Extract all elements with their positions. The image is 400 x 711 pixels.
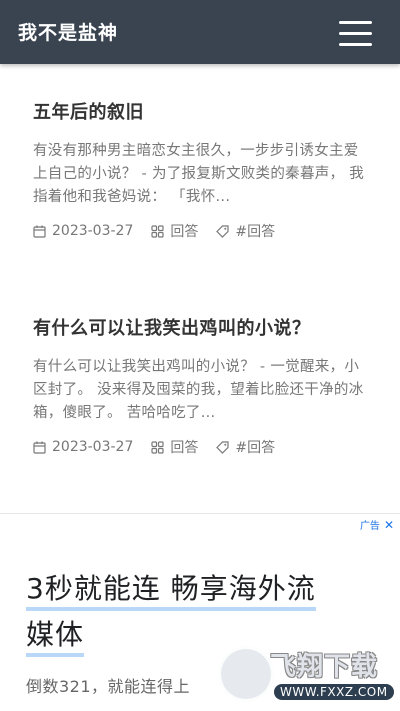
hamburger-menu-icon[interactable] [339, 20, 372, 46]
post-date: 2023-03-27 [33, 439, 133, 455]
category-grid-icon [151, 440, 164, 454]
ad-close-icon[interactable]: ✕ [384, 518, 394, 532]
post-tag[interactable]: #回答 [216, 437, 275, 457]
post-card[interactable]: 有什么可以让我笑出鸡叫的小说？ 有什么可以让我笑出鸡叫的小说？ - 一觉醒来，小… [33, 316, 373, 457]
post-card[interactable]: 五年后的叙旧 有没有那种男主暗恋女主很久，一步步引诱女主爱上自己的小说？ - 为… [33, 100, 373, 241]
menu-line [339, 43, 372, 46]
post-tag[interactable]: #回答 [216, 221, 275, 241]
tag-icon [216, 224, 229, 238]
category-grid-icon [151, 224, 164, 238]
post-date-text: 2023-03-27 [52, 223, 134, 239]
post-category-text[interactable]: 回答 [170, 437, 198, 457]
post-category-text[interactable]: 回答 [170, 221, 198, 241]
post-meta: 2023-03-27 回答 #回答 [33, 437, 373, 457]
menu-line [339, 21, 372, 24]
post-category[interactable]: 回答 [151, 221, 198, 241]
ad-subtext: 倒数321，就能连得上 [26, 677, 191, 696]
ad-label: 广告 ✕ [359, 517, 394, 533]
watermark-logo-icon [218, 646, 274, 702]
watermark-url: WWW.FXXZ.COM [274, 684, 394, 700]
post-excerpt: 有没有那种男主暗恋女主很久，一步步引诱女主爱上自己的小说？ - 为了报复斯文败类… [33, 143, 365, 205]
ad-label-text: 广告 [359, 521, 380, 532]
post-excerpt: 有什么可以让我笑出鸡叫的小说？ - 一觉醒来，小区封了。 没来得及囤菜的我，望着… [33, 359, 364, 421]
ad-headline-line2[interactable]: 媒体 [26, 618, 85, 657]
post-meta: 2023-03-27 回答 #回答 [33, 221, 373, 241]
post-title[interactable]: 五年后的叙旧 [33, 100, 373, 126]
calendar-icon [33, 441, 46, 454]
watermark: 飞翔下载 WWW.FXXZ.COM [212, 638, 400, 711]
post-date: 2023-03-27 [33, 223, 133, 239]
post-tag-text[interactable]: #回答 [235, 437, 275, 457]
watermark-text: 飞翔下载 [270, 652, 379, 682]
post-title[interactable]: 有什么可以让我笑出鸡叫的小说？ [33, 316, 373, 342]
top-navigation-bar: 我不是盐神 [0, 0, 400, 64]
menu-line [339, 32, 372, 35]
calendar-icon [33, 225, 46, 238]
site-title[interactable]: 我不是盐神 [18, 18, 118, 45]
ad-headline-line1[interactable]: 3秒就能连 畅享海外流 [26, 572, 316, 611]
post-tag-text[interactable]: #回答 [235, 221, 275, 241]
post-category[interactable]: 回答 [151, 437, 198, 457]
tag-icon [216, 440, 229, 454]
post-date-text: 2023-03-27 [52, 439, 134, 455]
